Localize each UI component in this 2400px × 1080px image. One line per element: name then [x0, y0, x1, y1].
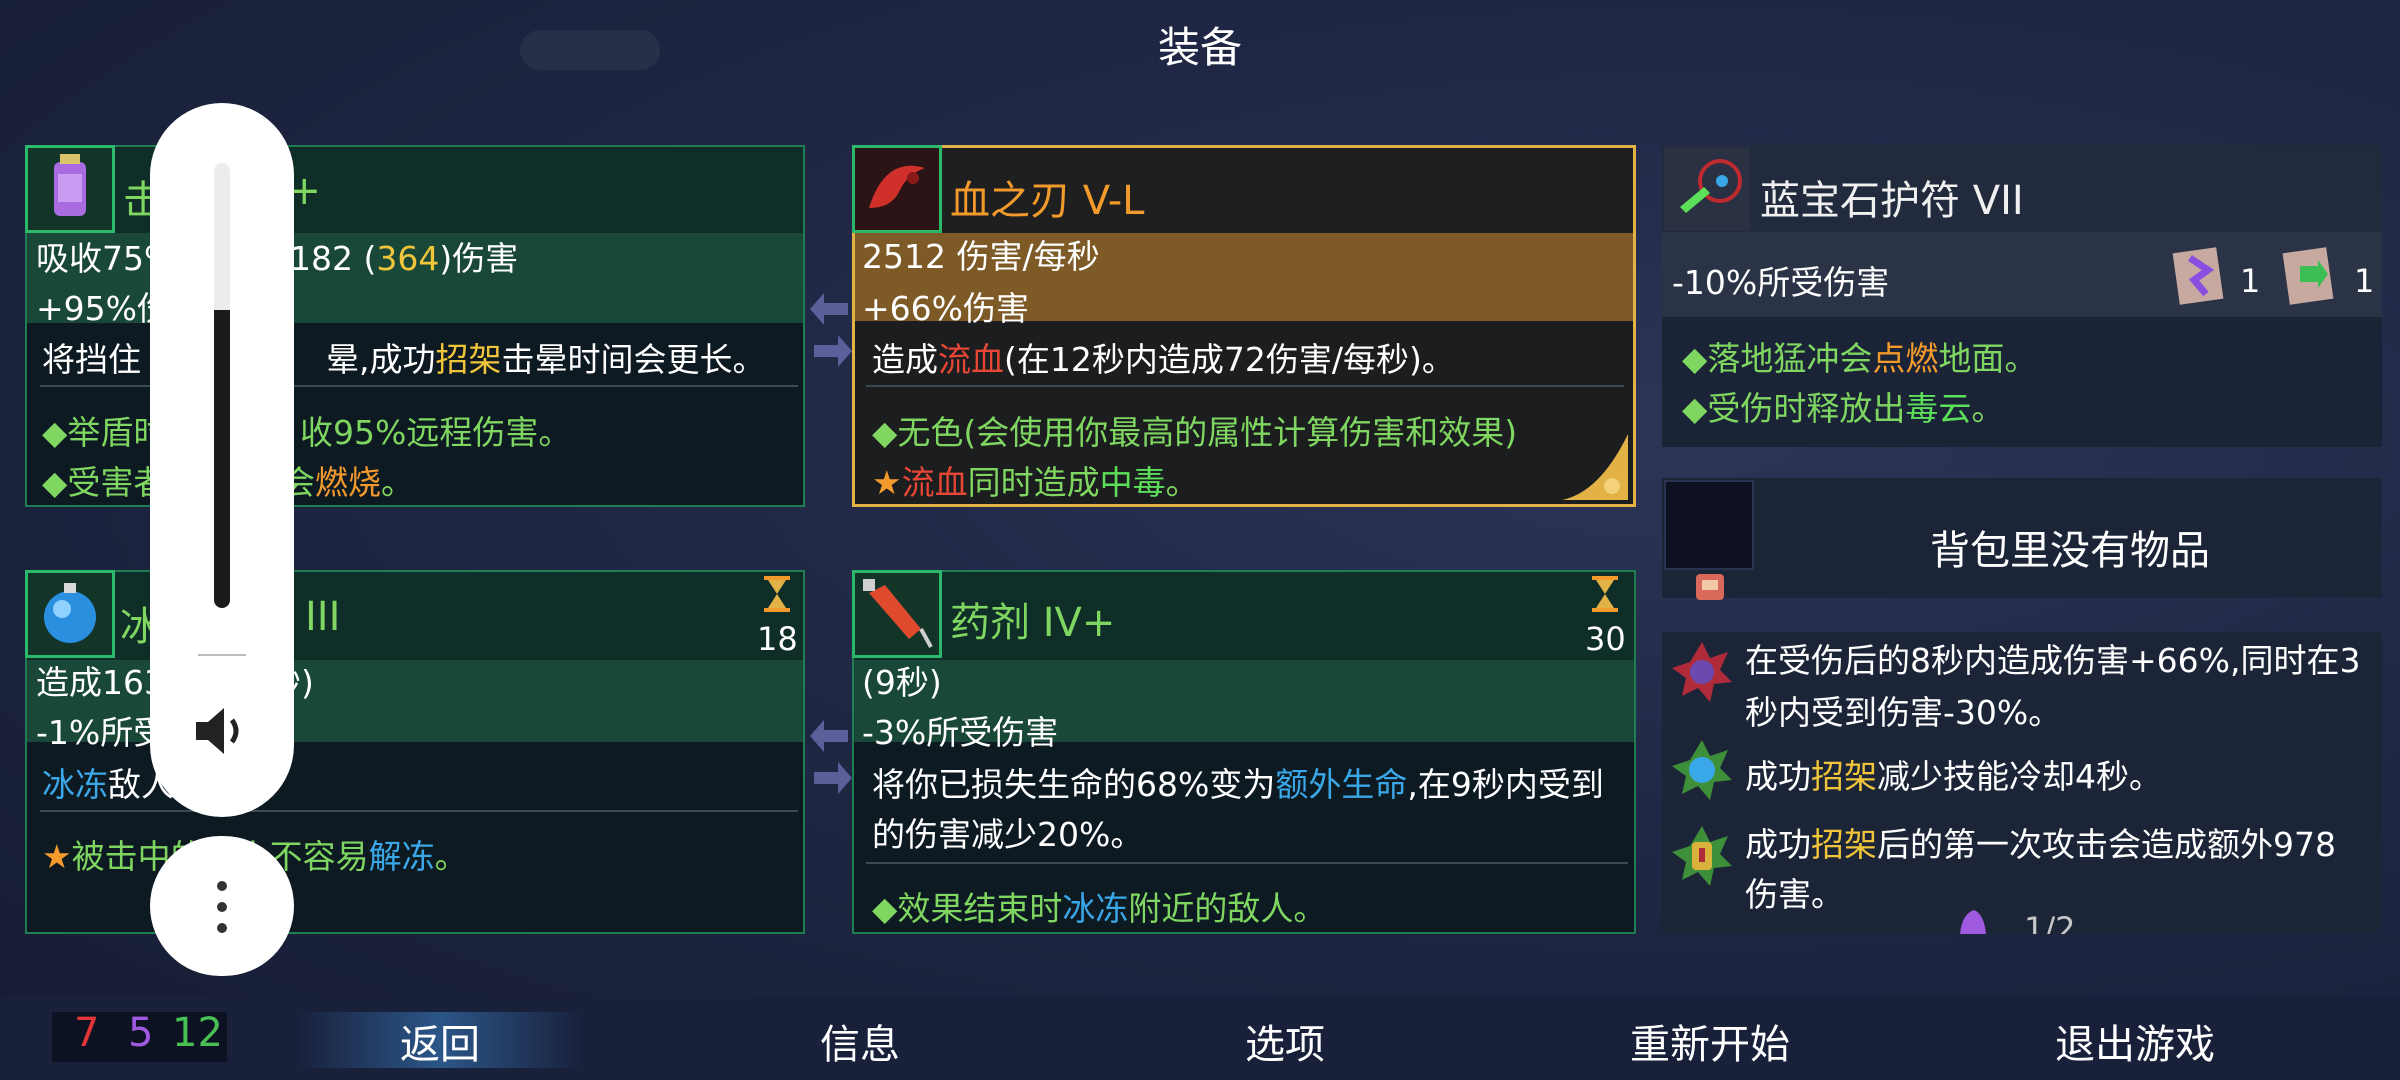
amulet-effect2-a: ◆受伤时释放出 [1682, 389, 1906, 428]
shield-effect1-a: ◆举盾时 [42, 413, 167, 452]
shield-absorb-dmg-high: 364 [376, 239, 440, 278]
shield-absorb-dmg: 182 ( [290, 239, 377, 278]
potion-duration: (9秒) [862, 663, 942, 702]
gold-corner-ornament-icon [1560, 432, 1630, 502]
mutation2-b: 减少技能冷却4秒。 [1877, 757, 2162, 796]
shield-effect2-end: 。 [381, 463, 414, 502]
volume-divider [198, 654, 246, 656]
potion-desc-line2: 的伤害减少20%。 [872, 815, 1144, 854]
blood-blade-effect2-keyword: 流血 [901, 463, 968, 502]
shield-effect2-a: ◆受害者 [42, 463, 167, 502]
blood-blade-desc-keyword: 流血 [938, 340, 1004, 379]
more-options-icon [212, 880, 232, 934]
options-button[interactable]: 选项 [1145, 1012, 1425, 1070]
hourglass-icon [762, 574, 792, 614]
amulet-stat: -10%所受伤害 [1672, 263, 1890, 302]
potion-desc-b: ,在9秒内受到 [1407, 765, 1604, 804]
ice-desc-line1: 造成163 [36, 663, 165, 702]
mutation1-line1: 在受伤后的8秒内造成伤害+66%,同时在3 [1745, 641, 2361, 680]
potion-desc-keyword: 额外生命 [1275, 765, 1408, 804]
mutation2-keyword: 招架 [1811, 757, 1877, 796]
volume-icon[interactable] [192, 704, 252, 758]
mutation3-b: 后的第一次攻击会造成额外978 [1877, 825, 2336, 864]
potion-desc-a: 将你已损失生命的68%变为 [872, 765, 1276, 804]
ice-name-suffix: III [305, 594, 341, 640]
blood-blade-effect2-b: 同时造成 [967, 463, 1100, 502]
blood-blade-desc-b: (在12秒内造成72伤害/每秒)。 [1004, 340, 1455, 379]
star-icon: ★ [42, 837, 72, 876]
ice-divider [40, 810, 798, 812]
mutation3-line2: 伤害。 [1745, 875, 1844, 914]
potion-effect-a: ◆效果结束时 [872, 889, 1063, 928]
scroll2-count: 1 [2354, 262, 2375, 300]
sapphire-amulet-icon [1664, 147, 1750, 231]
info-button[interactable]: 信息 [720, 1012, 1000, 1070]
stat-brutality: 7 [74, 1010, 100, 1056]
potion-effect-b: 附近的敌人。 [1128, 889, 1327, 928]
ice-effect2-end: 。 [434, 837, 468, 876]
backpack-slot[interactable] [1664, 480, 1754, 570]
shield-desc-c: 击晕时间会更长。 [501, 340, 766, 379]
potion-syringe-icon [852, 570, 942, 658]
amulet-effect1-b: 地面。 [1938, 339, 2038, 378]
shield-desc-a: 将挡住 [42, 340, 141, 379]
mutation1-line2: 秒内受到伤害-30%。 [1745, 693, 2062, 732]
blood-blade-desc-a: 造成 [872, 340, 938, 379]
scroll-icon [2278, 240, 2338, 310]
blood-blade-name: 血之刃 V-L [950, 178, 1145, 224]
amulet-name: 蓝宝石护符 VII [1760, 178, 2024, 224]
ice-cooldown: 18 [757, 620, 798, 658]
amulet-effect2-keyword: 毒云 [1905, 389, 1972, 428]
stat-survival: 12 [172, 1010, 223, 1056]
shield-desc-b: 晕,成功 [326, 340, 436, 379]
backpack-empty-text: 背包里没有物品 [1930, 528, 2210, 574]
potion-stat: -3%所受伤害 [862, 713, 1059, 752]
ice-effect2-keyword: 解冻 [368, 837, 435, 876]
blood-blade-stat: +66%伤害 [862, 289, 1029, 328]
hourglass-icon [1590, 574, 1620, 614]
shield-absorb-dmg-end: )伤害 [439, 239, 519, 278]
blade-divider [866, 385, 1624, 387]
shield-effect1-b: 收95%远程伤害。 [300, 413, 572, 452]
potion-divider [866, 862, 1628, 864]
mutation3-keyword: 招架 [1811, 825, 1877, 864]
amulet-effect1-a: ◆落地猛冲会 [1682, 339, 1873, 378]
volume-slider-fill[interactable] [214, 310, 230, 608]
blood-blade-dps: 2512 伤害/每秒 [862, 237, 1100, 276]
scroll1-count: 1 [2240, 262, 2261, 300]
swap-arrow-icon[interactable] [808, 285, 854, 375]
mutation-parry-icon [1668, 822, 1736, 890]
blood-blade-effect2-keyword2: 中毒 [1099, 463, 1166, 502]
shield-desc-keyword: 招架 [435, 340, 502, 379]
mutation-rage-icon [1668, 638, 1736, 706]
back-button[interactable]: 返回 [295, 1012, 585, 1070]
shield-effect2-keyword: 燃烧 [315, 463, 381, 502]
potion-effect-keyword: 冰冻 [1062, 889, 1129, 928]
blood-blade-icon [852, 145, 942, 233]
pager-text: 1/2 [2024, 910, 2076, 934]
mutation2-a: 成功 [1745, 757, 1811, 796]
shield-icon [25, 145, 115, 233]
potion-cooldown: 30 [1585, 620, 1626, 658]
ice-stat: -1%所受 [36, 713, 167, 752]
quit-button[interactable]: 退出游戏 [1995, 1012, 2275, 1070]
restart-button[interactable]: 重新开始 [1570, 1012, 1850, 1070]
star-icon: ★ [872, 463, 902, 502]
mutation3-a: 成功 [1745, 825, 1811, 864]
ice-grenade-icon [25, 570, 115, 658]
page-title: 装备 [1157, 23, 1242, 72]
swap-arrow-icon[interactable] [808, 712, 854, 802]
blood-blade-effect2-end: 。 [1165, 463, 1199, 502]
amulet-effect2-b: 。 [1971, 389, 2005, 428]
stat-tactics: 5 [128, 1010, 154, 1056]
mutation-cooldown-icon [1668, 736, 1736, 804]
amulet-effect1-keyword: 点燃 [1872, 339, 1939, 378]
backpack-icon [1692, 570, 1728, 604]
potion-name: 药剂 IV+ [950, 600, 1116, 646]
pager-icon [1956, 904, 1990, 934]
ice-effect-keyword: 冰冻 [42, 765, 108, 804]
blood-blade-effect1: ◆无色(会使用你最高的属性计算伤害和效果) [872, 413, 1518, 452]
scroll-icon [2168, 240, 2228, 310]
